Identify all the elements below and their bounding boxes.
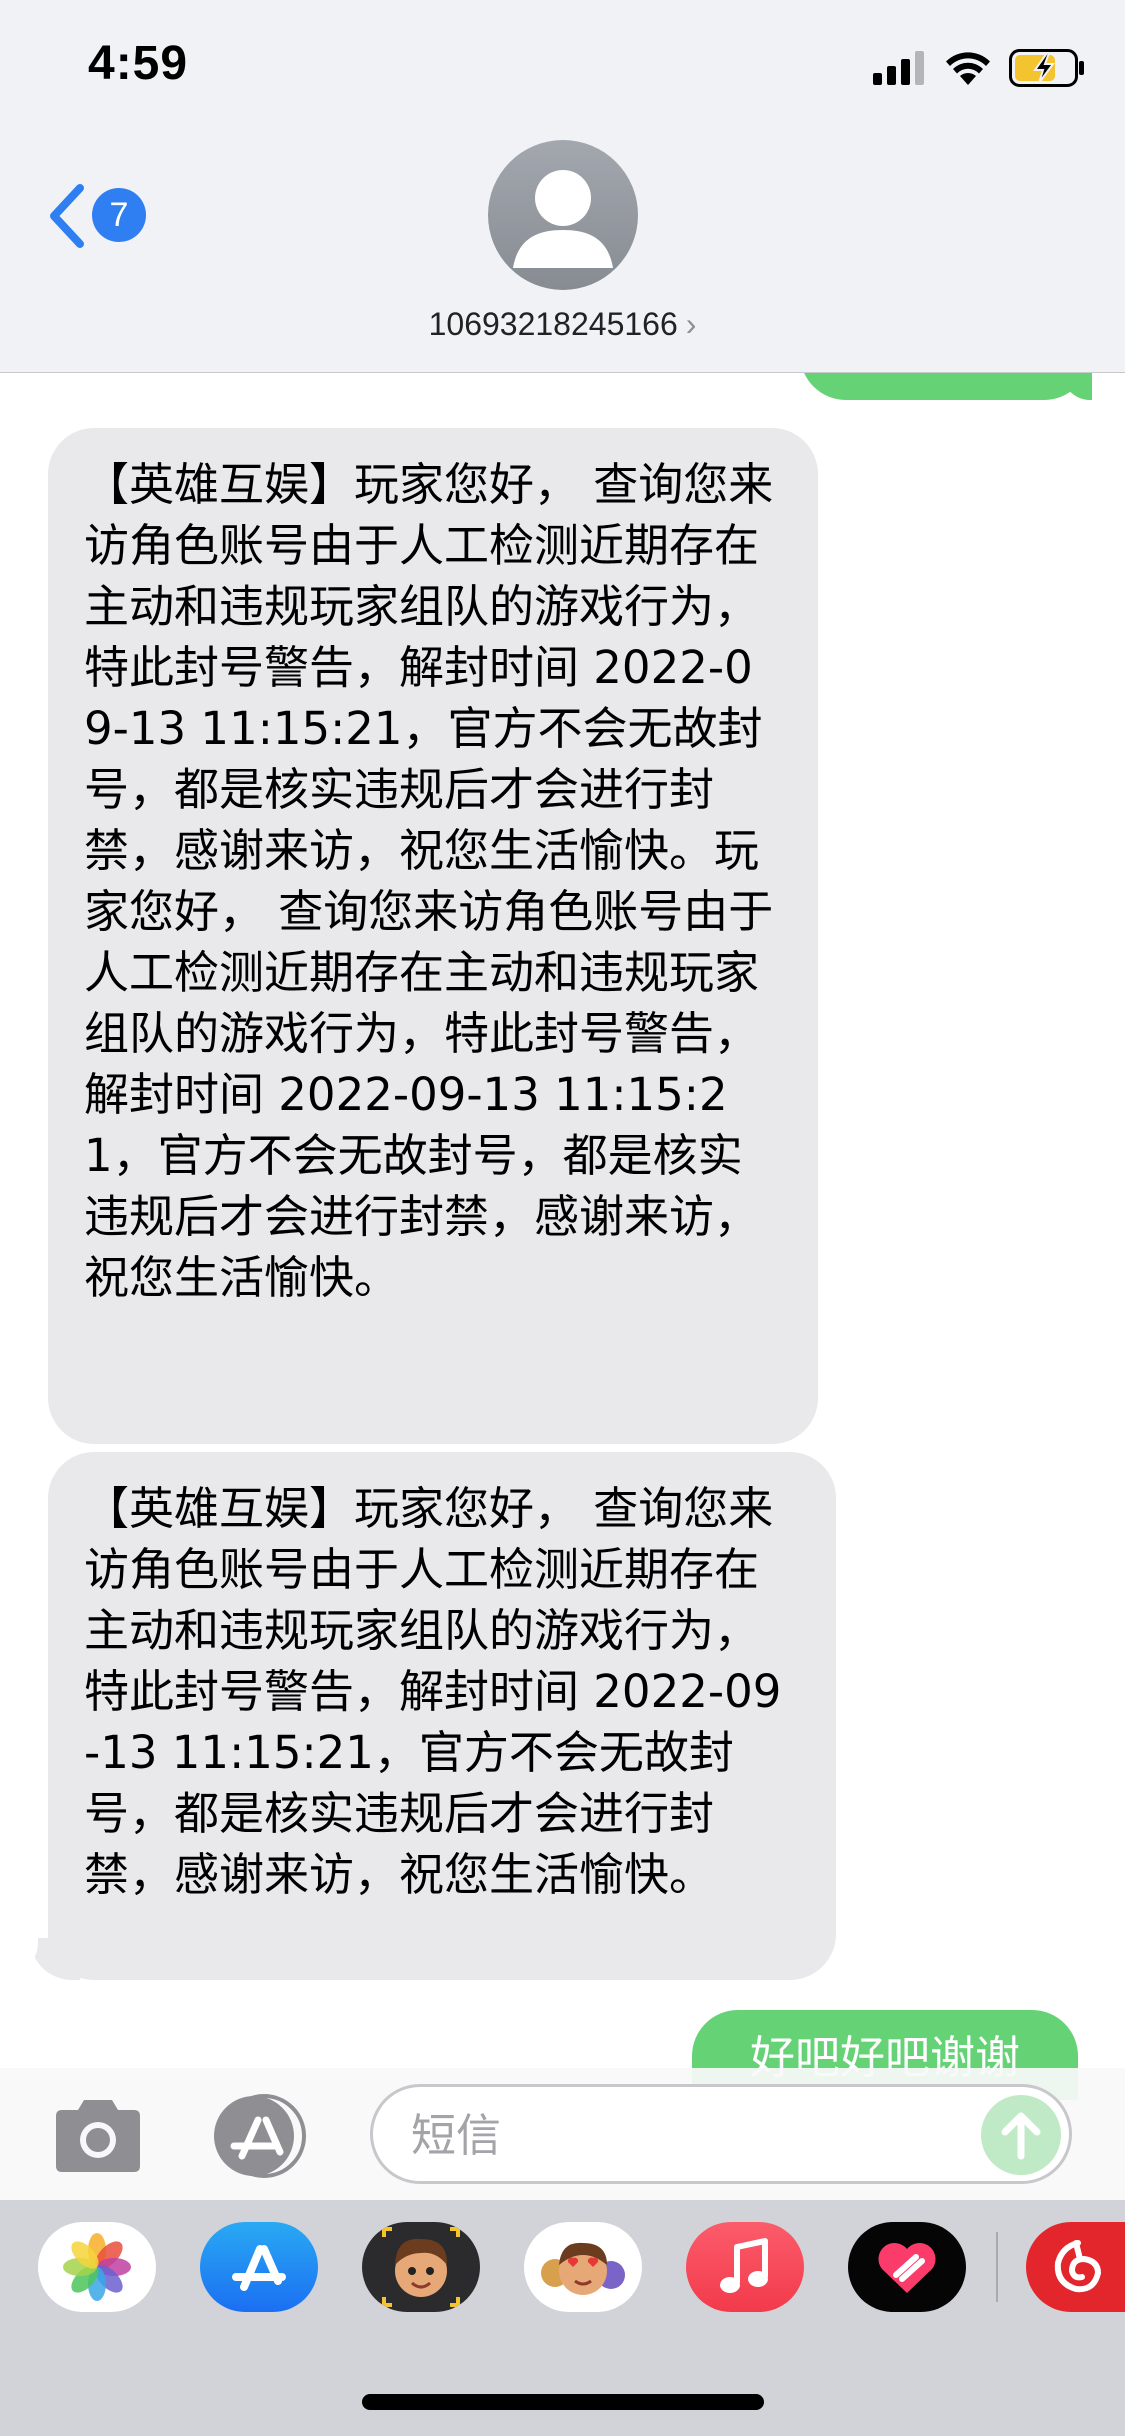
- message-input-field[interactable]: [370, 2084, 1072, 2184]
- bubble-tail: [1062, 372, 1092, 400]
- status-time: 4:59: [88, 37, 189, 90]
- wifi-icon: [946, 52, 990, 85]
- battery-charging-icon: [1009, 49, 1084, 87]
- netease-music-app-button[interactable]: [1026, 2222, 1125, 2312]
- received-message-bubble[interactable]: 【英雄互娱】玩家您好， 查询您来访角色账号由于人工检测近期存在主动和违规玩家组队…: [48, 428, 818, 1444]
- chevron-left-icon: [50, 184, 84, 248]
- camera-button[interactable]: [50, 2098, 146, 2174]
- received-message-bubble[interactable]: 【英雄互娱】玩家您好， 查询您来访角色账号由于人工检测近期存在主动和违规玩家组队…: [48, 1452, 836, 1980]
- contact-avatar[interactable]: [488, 140, 638, 290]
- unread-count-badge: 7: [92, 188, 146, 242]
- memoji-stickers-icon: [382, 2227, 460, 2307]
- animoji-icon: [541, 2242, 625, 2295]
- app-store-icon: [232, 2245, 286, 2291]
- cellular-signal-icon: [873, 51, 924, 85]
- memoji-stickers-button[interactable]: [362, 2222, 480, 2312]
- netease-music-icon: [1054, 2240, 1102, 2293]
- music-note-icon: [720, 2238, 768, 2293]
- send-button[interactable]: [981, 2095, 1061, 2175]
- home-indicator: [362, 2394, 764, 2410]
- digital-touch-heart-icon: [878, 2242, 936, 2293]
- camera-icon: [56, 2100, 140, 2172]
- app-store-icon: [214, 2094, 306, 2178]
- message-input[interactable]: [409, 2087, 973, 2183]
- animoji-button[interactable]: [524, 2222, 642, 2312]
- chevron-right-icon: ›: [685, 306, 697, 342]
- arrow-up-icon: [1001, 2112, 1041, 2160]
- photos-icon: [63, 2233, 131, 2301]
- contact-name[interactable]: 10693218245166 ›: [0, 306, 1125, 343]
- music-app-button[interactable]: [686, 2222, 804, 2312]
- status-icons: [873, 48, 1087, 88]
- contact-number: 10693218245166: [428, 306, 678, 342]
- photos-app-button[interactable]: [38, 2222, 156, 2312]
- app-store-app-button[interactable]: [200, 2222, 318, 2312]
- bubble-tail-mask: [0, 1920, 38, 1980]
- person-icon: [513, 170, 613, 268]
- apps-button[interactable]: [208, 2094, 318, 2178]
- drawer-divider: [996, 2232, 998, 2302]
- digital-touch-button[interactable]: [848, 2222, 966, 2312]
- conversation-header: 4:59 7 10693218245166 ›: [0, 0, 1125, 373]
